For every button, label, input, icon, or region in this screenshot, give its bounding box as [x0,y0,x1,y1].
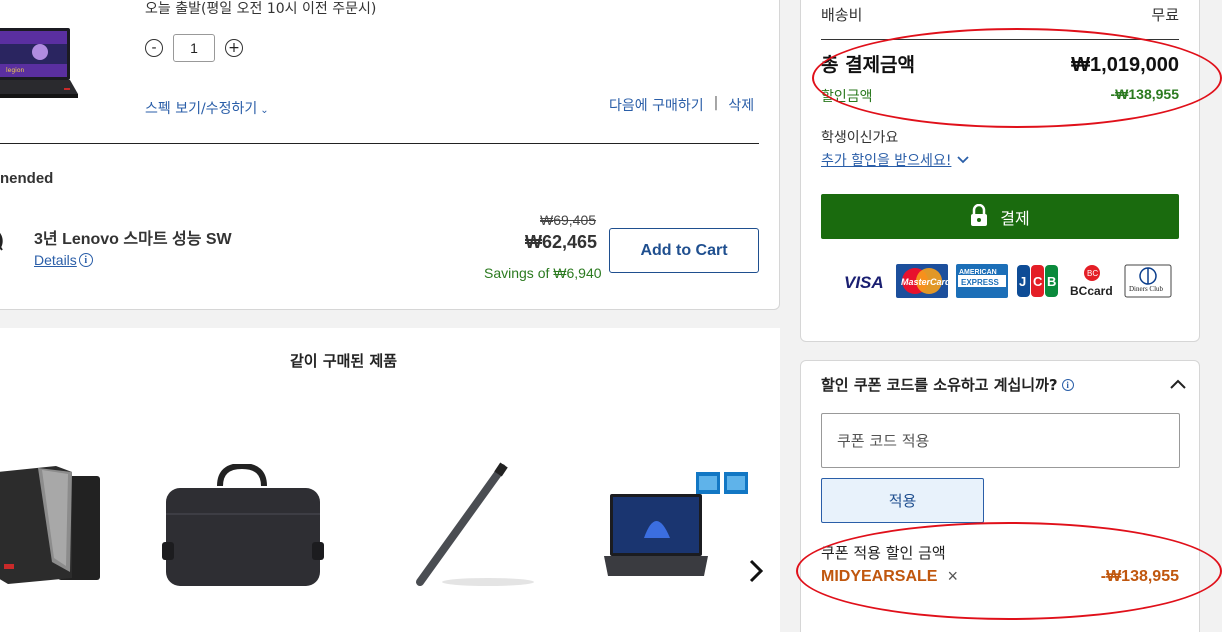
shipping-label: 배송비 [821,6,863,24]
svg-text:BCcard: BCcard [1070,284,1113,298]
remove-coupon-icon[interactable]: × [947,566,958,587]
item-actions: 다음에 구매하기 | 삭제 [609,95,754,115]
divider [0,143,759,144]
student-discount-link[interactable]: 추가 할인을 받으세요! [821,150,970,170]
sale-price: ₩62,465 [525,232,598,252]
shipping-row: 배송비 무료 [821,4,1179,25]
save-for-later-link[interactable]: 다음에 구매하기 [609,95,704,115]
diners-club-logo: Diners Club [1124,264,1172,298]
view-edit-specs-link[interactable]: 스펙 보기/수정하기 ⌄ [145,98,269,118]
coupon-code: MIDYEARSALE × [821,566,958,587]
add-to-cart-button[interactable]: Add to Cart [609,228,759,273]
details-label: Details [34,252,77,268]
laptop-bag-image[interactable] [162,462,324,590]
recommended-heading: nended [0,170,54,187]
info-icon[interactable]: i [78,253,93,267]
applied-coupon-label: 쿠폰 적용 할인 금액 [821,544,946,562]
action-separator: | [713,95,719,111]
mastercard-logo: MasterCard [896,264,948,298]
svg-text:legion: legion [6,67,25,74]
svg-text:B: B [1047,274,1056,289]
chevron-right-icon[interactable] [744,556,768,586]
apply-coupon-button[interactable]: 적용 [821,478,984,523]
total-value: ₩1,019,000 [1071,54,1179,76]
bccard-logo: BC BCcard [1068,264,1116,298]
discount-label: 할인금액 [821,89,873,105]
quantity-field[interactable]: 1 [173,34,215,62]
svg-text:C: C [1033,274,1043,289]
lock-icon [970,203,988,230]
checkout-button[interactable]: 결제 [821,194,1179,239]
coupon-code-input[interactable] [821,413,1180,468]
laptop-sleeve-image[interactable] [0,462,104,588]
view-edit-specs-label: 스펙 보기/수정하기 [145,101,258,117]
visa-logo: VISA [842,264,888,298]
info-icon[interactable]: i [1061,378,1074,391]
chevron-down-icon [956,153,970,169]
recommended-product-name: 3년 Lenovo 스마트 성능 SW [34,231,232,248]
delete-link[interactable]: 삭제 [728,95,754,115]
coupon-discount-value: -₩138,955 [1100,567,1179,585]
gaming-laptop-image[interactable] [600,468,750,588]
student-discount-label: 추가 할인을 받으세요! [821,153,952,169]
chevron-up-icon[interactable] [1168,374,1188,394]
quantity-stepper: - 1 + [145,34,243,62]
chevron-down-icon: ⌄ [260,105,269,116]
coupon-code-text: MIDYEARSALE [821,567,938,585]
bought-together-title: 같이 구매된 제품 [290,352,398,370]
discount-row: 할인금액 -₩138,955 [821,86,1179,106]
shipping-value: 무료 [1151,6,1179,24]
payment-methods: VISA MasterCard AMERICAN EXPRESS JCB BC BC… [842,264,1172,298]
student-question: 학생이신가요 [821,130,899,146]
coupon-question: 할인 쿠폰 코드를 소유하고 계십니까? i [821,374,1074,395]
coupon-question-label: 할인 쿠폰 코드를 소유하고 계십니까? [821,376,1058,394]
cart-laptop-image[interactable]: legion [0,14,80,106]
amex-logo: AMERICAN EXPRESS [956,264,1008,298]
checkout-label: 결제 [1000,208,1030,228]
total-label: 총 결제금액 [821,54,916,76]
svg-text:EXPRESS: EXPRESS [961,278,999,287]
summary-divider [821,39,1179,40]
savings-text: Savings of ₩6,940 [484,265,602,281]
stylus-pen-image[interactable] [412,462,538,592]
svg-text:J: J [1019,274,1026,289]
svg-text:BC: BC [1087,269,1098,278]
details-link[interactable]: Details i [34,252,93,268]
warranty-icon [0,226,8,256]
original-price: ₩69,405 [540,212,597,228]
svg-text:MasterCard: MasterCard [901,277,948,287]
decrease-quantity-button[interactable]: - [145,39,163,57]
svg-text:AMERICAN: AMERICAN [959,269,997,276]
svg-text:Diners Club: Diners Club [1129,285,1164,293]
jcb-logo: JCB [1016,264,1060,298]
total-row: 총 결제금액 ₩1,019,000 [821,50,1179,77]
svg-text:VISA: VISA [844,273,884,292]
discount-value: -₩138,955 [1110,86,1179,102]
applied-coupon-row: MIDYEARSALE × -₩138,955 [821,566,1179,587]
increase-quantity-button[interactable]: + [225,39,243,57]
shipping-note: 오늘 출발(평일 오전 10시 이전 주문시) [145,1,377,17]
